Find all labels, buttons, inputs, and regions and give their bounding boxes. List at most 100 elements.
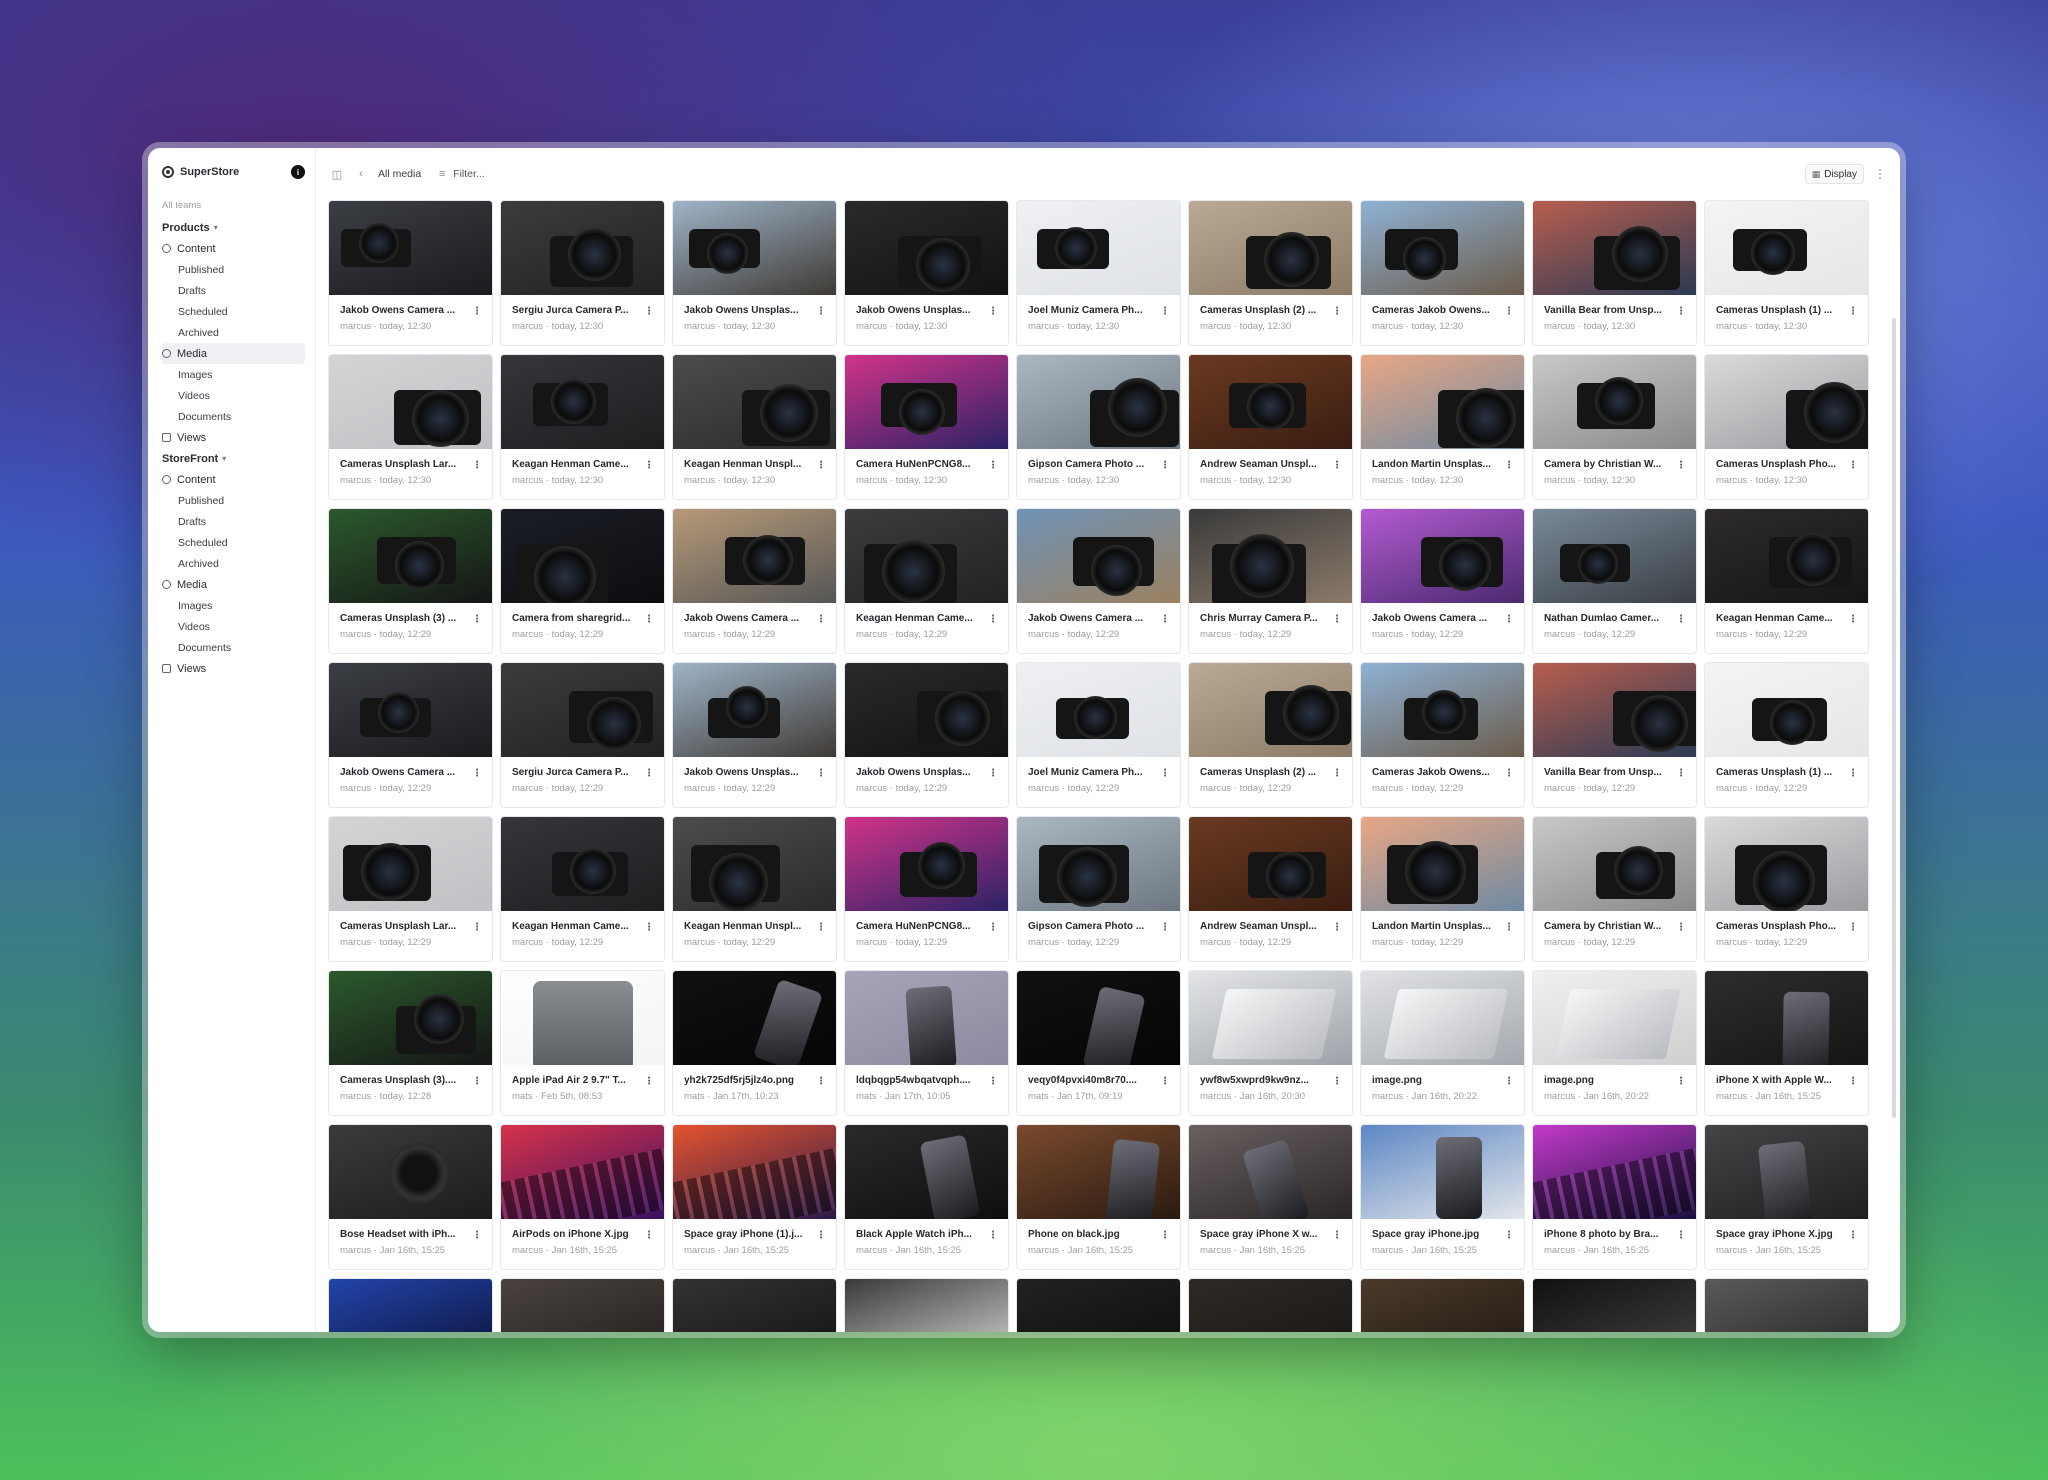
card-menu-icon[interactable]: ⋮ bbox=[988, 460, 998, 471]
card-menu-icon[interactable]: ⋮ bbox=[1504, 1230, 1514, 1241]
media-card[interactable]: Jakob Owens Unsplas... marcus · today, 12… bbox=[844, 200, 1009, 346]
media-card[interactable]: Vanilla Bear from Unsp... marcus · today,… bbox=[1532, 200, 1697, 346]
media-thumbnail[interactable] bbox=[501, 201, 664, 295]
media-card[interactable]: image.png marcus · Jan 16th, 20:22 ⋮ bbox=[1532, 970, 1697, 1116]
media-thumbnail[interactable] bbox=[1361, 971, 1524, 1065]
brand[interactable]: SuperStore i bbox=[162, 162, 305, 182]
media-thumbnail[interactable] bbox=[1533, 509, 1696, 603]
card-menu-icon[interactable]: ⋮ bbox=[1332, 922, 1342, 933]
media-thumbnail[interactable] bbox=[1705, 817, 1868, 911]
card-menu-icon[interactable]: ⋮ bbox=[1160, 460, 1170, 471]
media-thumbnail[interactable] bbox=[1017, 1279, 1180, 1332]
card-menu-icon[interactable]: ⋮ bbox=[472, 614, 482, 625]
card-menu-icon[interactable]: ⋮ bbox=[644, 768, 654, 779]
media-card[interactable]: Cameras Unsplash Pho... marcus · today, 1… bbox=[1704, 816, 1869, 962]
card-menu-icon[interactable]: ⋮ bbox=[1160, 1076, 1170, 1087]
sidebar-subitem-images[interactable]: Images bbox=[162, 364, 305, 385]
media-card[interactable]: Joel Muniz Camera Ph... marcus · today, 1… bbox=[1016, 200, 1181, 346]
media-card[interactable]: Keagan Henman Unspl... marcus · today, 12… bbox=[672, 354, 837, 500]
media-card[interactable]: iPhone 8 photo by Bra... marcus · Jan 16t… bbox=[1532, 1124, 1697, 1270]
media-thumbnail[interactable] bbox=[1361, 663, 1524, 757]
card-menu-icon[interactable]: ⋮ bbox=[816, 922, 826, 933]
media-card[interactable]: Jakob Owens Camera ... marcus · today, 12… bbox=[328, 200, 493, 346]
card-menu-icon[interactable]: ⋮ bbox=[1504, 768, 1514, 779]
card-menu-icon[interactable]: ⋮ bbox=[1676, 1230, 1686, 1241]
card-menu-icon[interactable]: ⋮ bbox=[988, 768, 998, 779]
card-menu-icon[interactable]: ⋮ bbox=[988, 922, 998, 933]
card-menu-icon[interactable]: ⋮ bbox=[472, 1076, 482, 1087]
media-thumbnail[interactable] bbox=[329, 1279, 492, 1332]
card-menu-icon[interactable]: ⋮ bbox=[1332, 1230, 1342, 1241]
media-thumbnail[interactable] bbox=[845, 355, 1008, 449]
card-menu-icon[interactable]: ⋮ bbox=[1676, 460, 1686, 471]
media-card[interactable]: ldqbqgp54wbqatvqph.... mats · Jan 17th, 1… bbox=[844, 970, 1009, 1116]
media-thumbnail[interactable] bbox=[1189, 1125, 1352, 1219]
sidebar-subitem-documents[interactable]: Documents bbox=[162, 637, 305, 658]
media-thumbnail[interactable] bbox=[1361, 355, 1524, 449]
media-card[interactable]: AirPods on iPhone X.jpg marcus · Jan 16th… bbox=[500, 1124, 665, 1270]
media-card[interactable]: Bose Headset with iPh... marcus · Jan 16t… bbox=[328, 1124, 493, 1270]
card-menu-icon[interactable]: ⋮ bbox=[472, 460, 482, 471]
sidebar-toggle-icon[interactable]: ◫ bbox=[330, 167, 344, 181]
sidebar-subitem-images[interactable]: Images bbox=[162, 595, 305, 616]
sidebar-subitem-archived[interactable]: Archived bbox=[162, 553, 305, 574]
card-menu-icon[interactable]: ⋮ bbox=[988, 1230, 998, 1241]
sidebar-subitem-drafts[interactable]: Drafts bbox=[162, 511, 305, 532]
media-thumbnail[interactable] bbox=[1705, 1125, 1868, 1219]
media-card[interactable]: Cameras Jakob Owens... marcus · today, 12… bbox=[1360, 662, 1525, 808]
sidebar-subitem-drafts[interactable]: Drafts bbox=[162, 280, 305, 301]
media-card[interactable] bbox=[328, 1278, 493, 1332]
sidebar-item-content[interactable]: Content bbox=[162, 469, 305, 490]
media-thumbnail[interactable] bbox=[1017, 817, 1180, 911]
more-options-icon[interactable]: ⋮ bbox=[1874, 167, 1886, 181]
media-card[interactable]: Phone on black.jpg marcus · Jan 16th, 15:… bbox=[1016, 1124, 1181, 1270]
card-menu-icon[interactable]: ⋮ bbox=[1504, 306, 1514, 317]
media-card[interactable]: Keagan Henman Came... marcus · today, 12:… bbox=[500, 816, 665, 962]
media-thumbnail[interactable] bbox=[329, 201, 492, 295]
media-thumbnail[interactable] bbox=[501, 971, 664, 1065]
media-card[interactable]: veqy0f4pvxi40m8r70.... mats · Jan 17th, 0… bbox=[1016, 970, 1181, 1116]
media-thumbnail[interactable] bbox=[1533, 1125, 1696, 1219]
card-menu-icon[interactable]: ⋮ bbox=[816, 460, 826, 471]
media-card[interactable]: Gipson Camera Photo ... marcus · today, 1… bbox=[1016, 816, 1181, 962]
media-card[interactable]: Jakob Owens Unsplas... marcus · today, 12… bbox=[672, 662, 837, 808]
card-menu-icon[interactable]: ⋮ bbox=[988, 306, 998, 317]
media-card[interactable]: Landon Martin Unsplas... marcus · today, … bbox=[1360, 816, 1525, 962]
media-card[interactable]: Nathan Dumlao Camer... marcus · today, 12… bbox=[1532, 508, 1697, 654]
media-thumbnail[interactable] bbox=[1533, 971, 1696, 1065]
media-thumbnail[interactable] bbox=[1361, 1125, 1524, 1219]
sidebar-subitem-documents[interactable]: Documents bbox=[162, 406, 305, 427]
card-menu-icon[interactable]: ⋮ bbox=[1848, 460, 1858, 471]
media-thumbnail[interactable] bbox=[501, 663, 664, 757]
card-menu-icon[interactable]: ⋮ bbox=[816, 614, 826, 625]
media-card[interactable]: Space gray iPhone.jpg marcus · Jan 16th, … bbox=[1360, 1124, 1525, 1270]
card-menu-icon[interactable]: ⋮ bbox=[1676, 614, 1686, 625]
media-card[interactable]: Andrew Seaman Unspl... marcus · today, 12… bbox=[1188, 816, 1353, 962]
media-thumbnail[interactable] bbox=[1361, 509, 1524, 603]
media-card[interactable]: Jakob Owens Camera ... marcus · today, 12… bbox=[328, 662, 493, 808]
card-menu-icon[interactable]: ⋮ bbox=[1332, 768, 1342, 779]
sidebar-subitem-published[interactable]: Published bbox=[162, 490, 305, 511]
media-card[interactable]: Space gray iPhone X.jpg marcus · Jan 16th… bbox=[1704, 1124, 1869, 1270]
media-card[interactable]: Jakob Owens Unsplas... marcus · today, 12… bbox=[672, 200, 837, 346]
media-card[interactable]: Andrew Seaman Unspl... marcus · today, 12… bbox=[1188, 354, 1353, 500]
media-thumbnail[interactable] bbox=[1361, 201, 1524, 295]
display-button[interactable]: ▦ Display bbox=[1804, 164, 1864, 184]
card-menu-icon[interactable]: ⋮ bbox=[1848, 922, 1858, 933]
card-menu-icon[interactable]: ⋮ bbox=[1848, 614, 1858, 625]
media-card[interactable]: Camera by Christian W... marcus · today, … bbox=[1532, 354, 1697, 500]
media-thumbnail[interactable] bbox=[1189, 355, 1352, 449]
media-thumbnail[interactable] bbox=[1705, 971, 1868, 1065]
sidebar-subitem-scheduled[interactable]: Scheduled bbox=[162, 532, 305, 553]
card-menu-icon[interactable]: ⋮ bbox=[1160, 768, 1170, 779]
media-card[interactable]: Keagan Henman Came... marcus · today, 12:… bbox=[500, 354, 665, 500]
media-thumbnail[interactable] bbox=[673, 509, 836, 603]
media-card[interactable] bbox=[1188, 1278, 1353, 1332]
card-menu-icon[interactable]: ⋮ bbox=[988, 1076, 998, 1087]
media-thumbnail[interactable] bbox=[845, 1279, 1008, 1332]
media-card[interactable]: Black Apple Watch iPh... marcus · Jan 16t… bbox=[844, 1124, 1009, 1270]
media-card[interactable]: iPhone X with Apple W... marcus · Jan 16t… bbox=[1704, 970, 1869, 1116]
media-thumbnail[interactable] bbox=[845, 817, 1008, 911]
media-card[interactable]: Cameras Unsplash Lar... marcus · today, 1… bbox=[328, 816, 493, 962]
media-thumbnail[interactable] bbox=[329, 509, 492, 603]
